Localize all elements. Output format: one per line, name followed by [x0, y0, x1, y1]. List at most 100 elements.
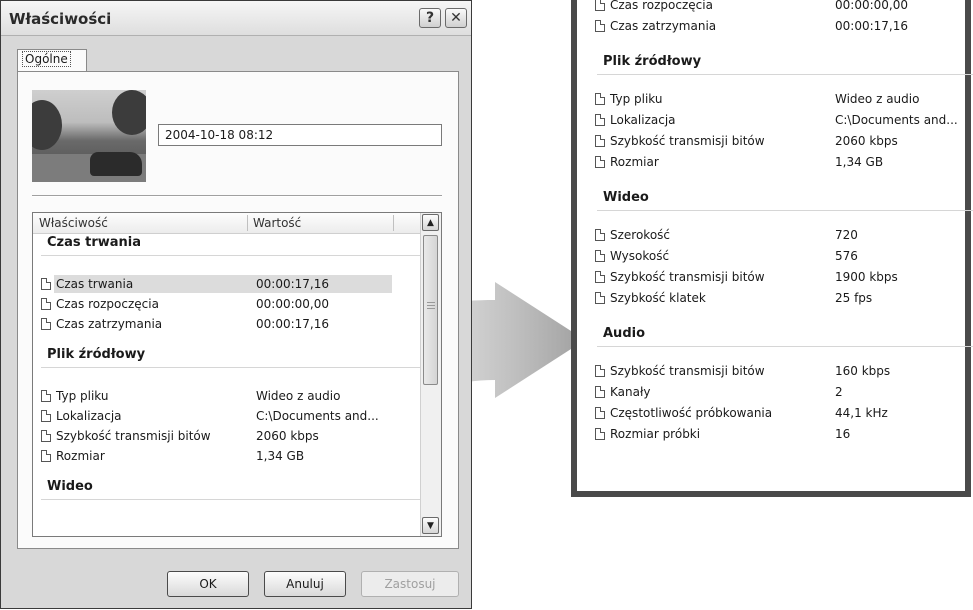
property-value: 00:00:00,00	[835, 0, 908, 12]
section-header: Plik źródłowy	[603, 54, 702, 69]
list-item[interactable]: Typ pliku Wideo z audio	[595, 90, 973, 108]
title-bar: Właściwości ? ✕	[1, 1, 471, 36]
video-thumbnail	[32, 90, 146, 182]
property-value: C:\Documents and...	[835, 113, 958, 127]
list-item[interactable]: Lokalizacja C:\Documents and...	[41, 407, 441, 425]
property-value: 00:00:17,16	[835, 19, 908, 33]
list-item[interactable]: Lokalizacja C:\Documents and...	[595, 111, 973, 129]
properties-list[interactable]: Właściwość Wartość Czas trwania Czas trwa…	[32, 212, 442, 537]
document-icon	[595, 407, 605, 419]
property-value: 2	[835, 385, 843, 399]
property-value: 00:00:17,16	[256, 317, 329, 331]
close-button[interactable]: ✕	[445, 8, 467, 28]
document-icon	[595, 135, 605, 147]
document-icon	[595, 386, 605, 398]
scroll-down-button[interactable]: ▼	[422, 517, 439, 534]
property-name: Czas trwania	[56, 277, 134, 291]
property-name: Szybkość transmisji bitów	[56, 429, 211, 443]
property-value: 00:00:00,00	[256, 297, 329, 311]
document-icon	[41, 450, 51, 462]
section-divider	[41, 255, 423, 256]
document-icon	[41, 410, 51, 422]
document-icon	[41, 318, 51, 330]
list-item[interactable]: Rozmiar 1,34 GB	[41, 447, 441, 465]
divider	[32, 195, 442, 197]
document-icon	[41, 390, 51, 402]
document-icon	[41, 298, 51, 310]
ok-button[interactable]: OK	[167, 571, 249, 597]
document-icon	[41, 430, 51, 442]
property-name: Typ pliku	[56, 389, 109, 403]
property-name: Szybkość transmisji bitów	[610, 364, 765, 378]
property-name: Częstotliwość próbkowania	[610, 406, 773, 420]
list-item[interactable]: Czas zatrzymania 00:00:17,16	[41, 315, 441, 333]
property-value: 576	[835, 249, 858, 263]
properties-dialog: Właściwości ? ✕ Ogólne 2004-10-18 08:12 …	[0, 0, 472, 609]
section-header: Wideo	[47, 479, 93, 494]
document-icon	[595, 93, 605, 105]
document-icon	[595, 156, 605, 168]
scroll-up-button[interactable]: ▲	[422, 214, 439, 231]
vertical-scrollbar[interactable]: ▲ ▼	[420, 213, 441, 536]
property-name: Typ pliku	[610, 92, 663, 106]
section-header: Audio	[603, 326, 646, 341]
list-item[interactable]: Częstotliwość próbkowania 44,1 kHz	[595, 404, 973, 422]
section-divider	[597, 74, 973, 75]
list-header: Właściwość Wartość	[33, 213, 421, 234]
document-icon	[595, 428, 605, 440]
list-item[interactable]: Czas trwania 00:00:17,16	[41, 275, 441, 293]
document-icon	[595, 114, 605, 126]
section-divider	[41, 499, 423, 500]
property-value: 160 kbps	[835, 364, 891, 378]
property-name: Czas zatrzymania	[56, 317, 163, 331]
chevron-down-icon: ▼	[427, 520, 434, 531]
property-value: C:\Documents and...	[256, 409, 379, 423]
tab-panel: 2004-10-18 08:12 Właściwość Wartość Czas…	[17, 71, 459, 549]
list-item[interactable]: Szybkość transmisji bitów 2060 kbps	[595, 132, 973, 150]
list-item[interactable]: Wysokość 576	[595, 247, 973, 265]
tab-general[interactable]: Ogólne	[17, 49, 87, 71]
property-value: 16	[835, 427, 851, 441]
column-header-value[interactable]: Wartość	[253, 216, 301, 230]
property-name: Szybkość klatek	[610, 291, 706, 305]
property-value: 1,34 GB	[256, 449, 305, 463]
property-name: Wysokość	[610, 249, 670, 263]
list-item[interactable]: Czas zatrzymania 00:00:17,16	[595, 17, 973, 35]
property-name: Czas rozpoczęcia	[610, 0, 713, 12]
date-field[interactable]: 2004-10-18 08:12	[158, 124, 442, 146]
cancel-button[interactable]: Anuluj	[264, 571, 346, 597]
list-item[interactable]: Szybkość transmisji bitów 160 kbps	[595, 362, 973, 380]
property-name: Czas zatrzymania	[610, 19, 717, 33]
property-name: Lokalizacja	[56, 409, 122, 423]
column-header-property[interactable]: Właściwość	[39, 216, 108, 230]
list-item[interactable]: Szybkość transmisji bitów 1900 kbps	[595, 268, 973, 286]
list-item[interactable]: Typ pliku Wideo z audio	[41, 387, 441, 405]
property-name: Rozmiar	[610, 155, 659, 169]
scrollbar-thumb[interactable]	[423, 235, 438, 385]
document-icon	[41, 278, 51, 290]
list-item[interactable]: Czas rozpoczęcia 00:00:00,00	[595, 0, 973, 14]
list-item[interactable]: Rozmiar próbki 16	[595, 425, 973, 443]
property-name: Lokalizacja	[610, 113, 676, 127]
list-item[interactable]: Kanały 2	[595, 383, 973, 401]
chevron-up-icon: ▲	[427, 217, 434, 228]
section-header: Wideo	[603, 190, 649, 205]
list-item[interactable]: Szybkość klatek 25 fps	[595, 289, 973, 307]
list-item[interactable]: Szybkość transmisji bitów 2060 kbps	[41, 427, 441, 445]
list-item[interactable]: Czas rozpoczęcia 00:00:00,00	[41, 295, 441, 313]
section-header: Czas trwania	[47, 235, 142, 250]
close-icon: ✕	[450, 10, 462, 26]
list-item[interactable]: Szerokość 720	[595, 226, 973, 244]
section-divider	[41, 367, 423, 368]
property-value: Wideo z audio	[256, 389, 341, 403]
property-value: 00:00:17,16	[256, 277, 329, 291]
document-icon	[595, 250, 605, 262]
list-item[interactable]: Rozmiar 1,34 GB	[595, 153, 973, 171]
document-icon	[595, 271, 605, 283]
apply-button[interactable]: Zastosuj	[361, 571, 459, 597]
tab-general-label: Ogólne	[22, 51, 71, 67]
property-value: 1900 kbps	[835, 270, 898, 284]
help-button[interactable]: ?	[419, 8, 441, 28]
section-header: Plik źródłowy	[47, 347, 146, 362]
section-divider	[597, 346, 973, 347]
